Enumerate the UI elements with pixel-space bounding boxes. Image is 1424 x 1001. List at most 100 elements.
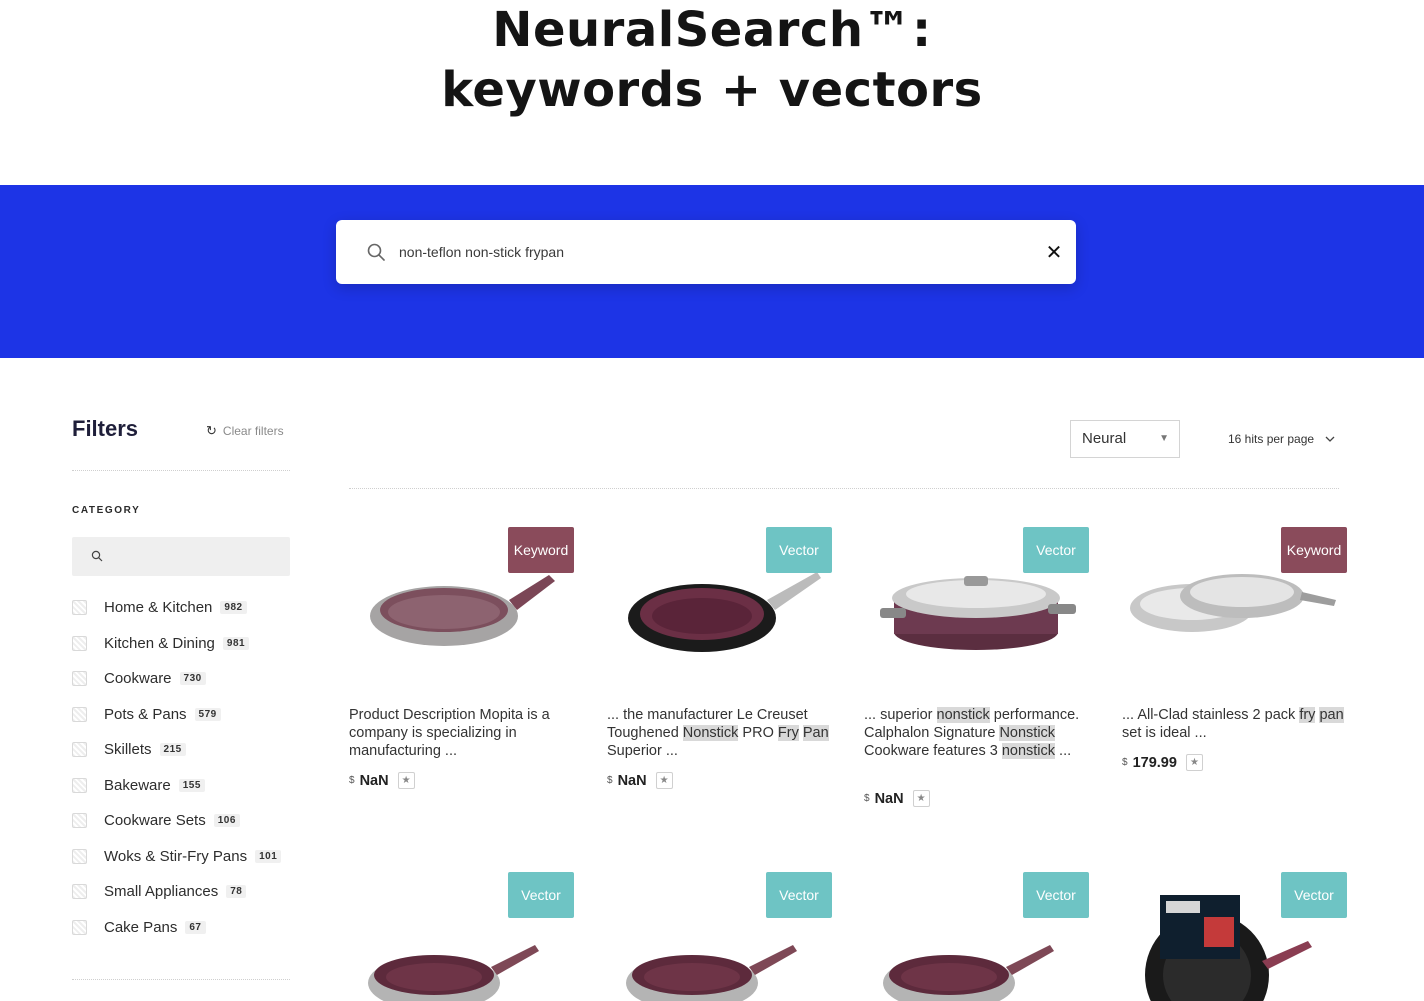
category-name: Home & Kitchen: [104, 599, 213, 617]
results-divider: [349, 488, 1339, 489]
highlighted-term: Pan: [802, 725, 829, 741]
match-type-badge: Vector: [1281, 872, 1347, 918]
product-description: ... the manufacturer Le Creuset Toughene…: [607, 706, 832, 760]
search-input[interactable]: [399, 237, 1019, 267]
category-checkbox[interactable]: [72, 600, 87, 616]
category-name: Cookware: [104, 670, 172, 688]
clear-filters-button[interactable]: ↻ Clear filters: [206, 423, 284, 439]
category-checkbox[interactable]: [72, 777, 87, 793]
star-icon[interactable]: ★: [397, 772, 415, 789]
currency-symbol: $: [349, 775, 355, 786]
caret-down-icon: ▼: [1159, 433, 1169, 444]
category-item[interactable]: Bakeware 155: [72, 768, 302, 804]
product-price: NaN: [617, 772, 647, 789]
currency-symbol: $: [607, 775, 613, 786]
price-row: $ NaN ★: [349, 772, 415, 789]
match-type-badge: Keyword: [508, 527, 574, 573]
result-card[interactable]: Vector: [1122, 865, 1347, 1001]
product-price: 179.99: [1132, 754, 1177, 771]
hero-title-line2: keywords + vectors: [441, 62, 983, 118]
currency-symbol: $: [864, 793, 870, 804]
ranking-select[interactable]: Neural ▼: [1070, 420, 1180, 458]
category-search-input[interactable]: [72, 537, 290, 576]
search-icon: [367, 243, 385, 261]
result-card[interactable]: Vector ... the manufacturer Le Creuset To…: [607, 520, 832, 789]
category-checkbox[interactable]: [72, 742, 87, 758]
currency-symbol: $: [1122, 757, 1128, 768]
result-card[interactable]: Vector: [607, 865, 832, 1001]
category-checkbox[interactable]: [72, 813, 87, 829]
product-image[interactable]: Keyword: [349, 520, 574, 700]
category-count: 155: [178, 778, 205, 792]
result-card[interactable]: Keyword Product Description Mopita is a c…: [349, 520, 574, 789]
product-description: Product Description Mopita is a company …: [349, 706, 574, 760]
highlighted-term: nonstick: [936, 707, 990, 723]
price-row: $179.99 ★: [1122, 754, 1203, 771]
close-icon[interactable]: ✕: [1042, 240, 1066, 264]
product-image[interactable]: Vector: [349, 865, 574, 1001]
category-heading: CATEGORY: [72, 505, 141, 516]
category-count: 982: [220, 601, 247, 615]
highlighted-term: nonstick: [1001, 743, 1056, 759]
category-list: Home & Kitchen 982 Kitchen & Dining 981 Cook…: [72, 590, 302, 945]
highlighted-term: fry: [1299, 707, 1316, 723]
ranking-select-value: Neural: [1082, 430, 1127, 447]
category-item[interactable]: Home & Kitchen 982: [72, 590, 302, 626]
product-image[interactable]: Vector: [607, 865, 832, 1001]
match-type-badge: Vector: [766, 872, 832, 918]
description-text: Superior ...: [607, 743, 678, 759]
product-image[interactable]: Vector: [864, 520, 1089, 700]
category-count: 579: [194, 707, 221, 721]
category-checkbox[interactable]: [72, 919, 87, 935]
search-band: ✕: [0, 185, 1424, 358]
highlighted-term: Fry: [777, 725, 799, 741]
category-item[interactable]: Skillets 215: [72, 732, 302, 768]
search-box: ✕: [336, 220, 1076, 284]
category-count: 730: [179, 672, 206, 686]
product-image[interactable]: Vector: [607, 520, 832, 700]
description-text: PRO: [738, 725, 778, 741]
match-type-badge: Vector: [1023, 872, 1089, 918]
category-checkbox[interactable]: [72, 884, 87, 900]
filters-divider: [72, 470, 290, 471]
result-card[interactable]: Vector: [864, 865, 1089, 1001]
category-checkbox[interactable]: [72, 671, 87, 687]
search-icon: [91, 550, 103, 562]
result-card[interactable]: Vector ... superior nonstick performance.…: [864, 520, 1089, 807]
category-item[interactable]: Cookware 730: [72, 661, 302, 697]
description-text: ... All-Clad stainless 2 pack: [1122, 707, 1300, 723]
category-item[interactable]: Woks & Stir-Fry Pans 101: [72, 839, 302, 875]
category-checkbox[interactable]: [72, 706, 87, 722]
category-count: 215: [159, 743, 186, 757]
price-row: $ NaN ★: [864, 790, 930, 807]
category-checkbox[interactable]: [72, 635, 87, 651]
description-text: Product Description Mopita is a company …: [349, 707, 550, 759]
star-icon[interactable]: ★: [1185, 754, 1203, 771]
category-name: Cake Pans: [104, 918, 178, 936]
category-checkbox[interactable]: [72, 848, 87, 864]
match-type-badge: Vector: [508, 872, 574, 918]
product-image[interactable]: Vector: [1122, 865, 1347, 1001]
category-name: Bakeware: [104, 776, 171, 794]
category-item[interactable]: Cookware Sets 106: [72, 803, 302, 839]
star-icon[interactable]: ★: [912, 790, 930, 807]
category-item[interactable]: Pots & Pans 579: [72, 697, 302, 733]
description-text: ...: [1055, 743, 1072, 759]
refresh-icon: ↻: [206, 423, 217, 438]
category-item[interactable]: Small Appliances 78: [72, 874, 302, 910]
product-image[interactable]: Keyword: [1122, 520, 1347, 700]
result-card[interactable]: Vector: [349, 865, 574, 1001]
hits-per-page-select[interactable]: 16 hits per page: [1228, 432, 1336, 446]
product-image[interactable]: Vector: [864, 865, 1089, 1001]
category-count: 981: [222, 636, 250, 650]
product-price: NaN: [359, 772, 389, 789]
result-card[interactable]: Keyword ... All-Clad stainless 2 pack fry…: [1122, 520, 1347, 771]
category-item[interactable]: Cake Pans 67: [72, 910, 302, 946]
category-item[interactable]: Kitchen & Dining 981: [72, 626, 302, 662]
category-name: Pots & Pans: [104, 705, 187, 723]
highlighted-term: Nonstick: [999, 725, 1056, 741]
star-icon[interactable]: ★: [655, 772, 673, 789]
category-name: Cookware Sets: [104, 812, 206, 830]
price-row: $ NaN ★: [607, 772, 673, 789]
category-name: Woks & Stir-Fry Pans: [104, 847, 248, 865]
